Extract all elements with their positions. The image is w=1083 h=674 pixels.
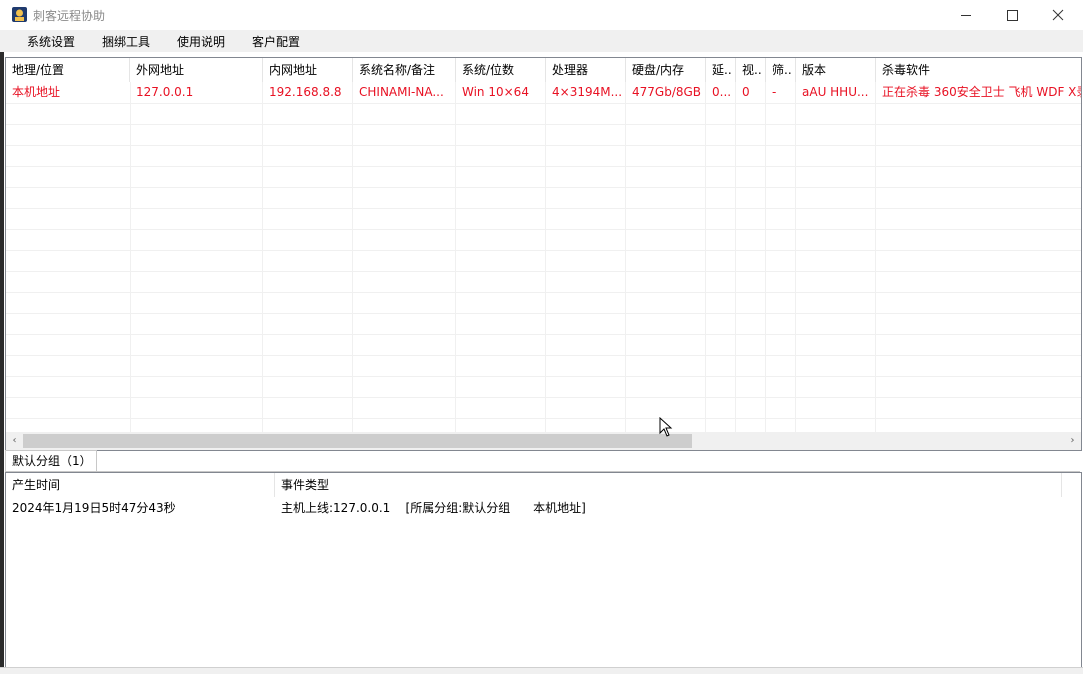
grid-line xyxy=(875,82,876,434)
grid-line xyxy=(130,82,131,434)
column-header-version[interactable]: 版本 xyxy=(796,58,876,82)
grid-line xyxy=(6,103,1081,104)
grid-line xyxy=(6,145,1081,146)
grid-line xyxy=(262,82,263,434)
scrollbar-thumb[interactable] xyxy=(23,434,692,448)
menu-usage-guide[interactable]: 使用说明 xyxy=(177,33,225,50)
column-header-disk-memory[interactable]: 硬盘/内存 xyxy=(626,58,706,82)
grid-line xyxy=(705,82,706,434)
grid-line xyxy=(735,82,736,434)
grid-line xyxy=(6,208,1081,209)
grid-line xyxy=(6,418,1081,419)
grid-line xyxy=(6,166,1081,167)
grid-line xyxy=(6,229,1081,230)
grid-line xyxy=(455,82,456,434)
maximize-button[interactable] xyxy=(989,0,1035,30)
column-header-lan-ip[interactable]: 内网地址 xyxy=(263,58,353,82)
grid-line xyxy=(6,250,1081,251)
column-header-time[interactable]: 产生时间 xyxy=(6,473,275,497)
column-header-filter[interactable]: 筛.. xyxy=(766,58,796,82)
column-header-antivirus[interactable]: 杀毒软件 xyxy=(876,58,1081,82)
minimize-button[interactable] xyxy=(943,0,989,30)
column-header-public-ip[interactable]: 外网地址 xyxy=(130,58,263,82)
cell-version: aAU HHU... xyxy=(802,85,869,99)
column-header-location[interactable]: 地理/位置 xyxy=(6,58,130,82)
log-cell-time: 2024年1月19日5时47分43秒 xyxy=(12,501,176,515)
clients-list[interactable]: 地理/位置 外网地址 内网地址 系统名称/备注 系统/位数 处理器 硬盘/内存 … xyxy=(5,57,1082,451)
grid-line xyxy=(6,313,1081,314)
tab-default-group[interactable]: 默认分组（1） xyxy=(5,450,97,471)
maximize-icon xyxy=(1006,9,1018,21)
grid-line xyxy=(6,355,1081,356)
horizontal-scrollbar[interactable]: ‹ › xyxy=(6,432,1081,450)
cell-lan-ip: 192.168.8.8 xyxy=(269,85,342,99)
minimize-icon xyxy=(961,14,971,16)
column-header-cpu[interactable]: 处理器 xyxy=(546,58,626,82)
grid-line xyxy=(6,271,1081,272)
mouse-cursor-icon xyxy=(659,417,673,437)
scroll-right-icon[interactable]: › xyxy=(1064,432,1081,450)
grid-line xyxy=(6,292,1081,293)
title-bar[interactable]: 刺客远程协助 xyxy=(0,0,1083,30)
cell-disk-memory: 477Gb/8GB xyxy=(632,85,702,99)
column-header-os[interactable]: 系统/位数 xyxy=(456,58,546,82)
cell-location: 本机地址 xyxy=(12,85,61,99)
grid-line xyxy=(6,187,1081,188)
group-tabs: 默认分组（1） xyxy=(5,450,1080,472)
grid-line xyxy=(545,82,546,434)
menu-client-config[interactable]: 客户配置 xyxy=(252,33,300,50)
window-title: 刺客远程协助 xyxy=(33,9,106,23)
table-row[interactable]: 本机地址 127.0.0.1 192.168.8.8 CHINAMI-NA...… xyxy=(6,82,1081,103)
column-header-event-type[interactable]: 事件类型 xyxy=(275,473,1062,497)
grid-line xyxy=(6,397,1081,398)
grid-line xyxy=(765,82,766,434)
background-edge xyxy=(0,30,4,673)
column-header-hostname[interactable]: 系统名称/备注 xyxy=(353,58,456,82)
column-header-latency[interactable]: 延.. xyxy=(706,58,736,82)
grid-line xyxy=(352,82,353,434)
grid-line xyxy=(6,376,1081,377)
menu-bar: 系统设置 捆绑工具 使用说明 客户配置 xyxy=(0,30,1083,52)
log-cell-event: 主机上线:127.0.0.1 [所属分组:默认分组 本机地址] xyxy=(281,501,586,515)
menu-system-settings[interactable]: 系统设置 xyxy=(27,33,75,50)
clients-header: 地理/位置 外网地址 内网地址 系统名称/备注 系统/位数 处理器 硬盘/内存 … xyxy=(6,58,1081,82)
cell-latency: 0... xyxy=(712,85,732,99)
column-header-video[interactable]: 视.. xyxy=(736,58,766,82)
grid-line xyxy=(625,82,626,434)
cell-video: 0 xyxy=(742,85,750,99)
grid-line xyxy=(6,334,1081,335)
cell-os: Win 10×64 xyxy=(462,85,529,99)
cell-filter: - xyxy=(772,85,777,99)
menu-bind-tool[interactable]: 捆绑工具 xyxy=(102,33,150,50)
cell-public-ip: 127.0.0.1 xyxy=(136,85,194,99)
grid-line xyxy=(6,124,1081,125)
close-icon xyxy=(1052,9,1064,21)
event-log-list[interactable]: 产生时间 事件类型 2024年1月19日5时47分43秒 主机上线:127.0.… xyxy=(5,472,1082,668)
cell-antivirus: 正在杀毒 360安全卫士 飞机 WDF X录 xyxy=(882,85,1081,99)
grid-line xyxy=(795,82,796,434)
close-button[interactable] xyxy=(1035,0,1081,30)
app-icon xyxy=(12,7,27,22)
cell-cpu: 4×3194M... xyxy=(552,85,623,99)
cell-hostname: CHINAMI-NA... xyxy=(359,85,444,99)
scroll-left-icon[interactable]: ‹ xyxy=(6,432,23,450)
